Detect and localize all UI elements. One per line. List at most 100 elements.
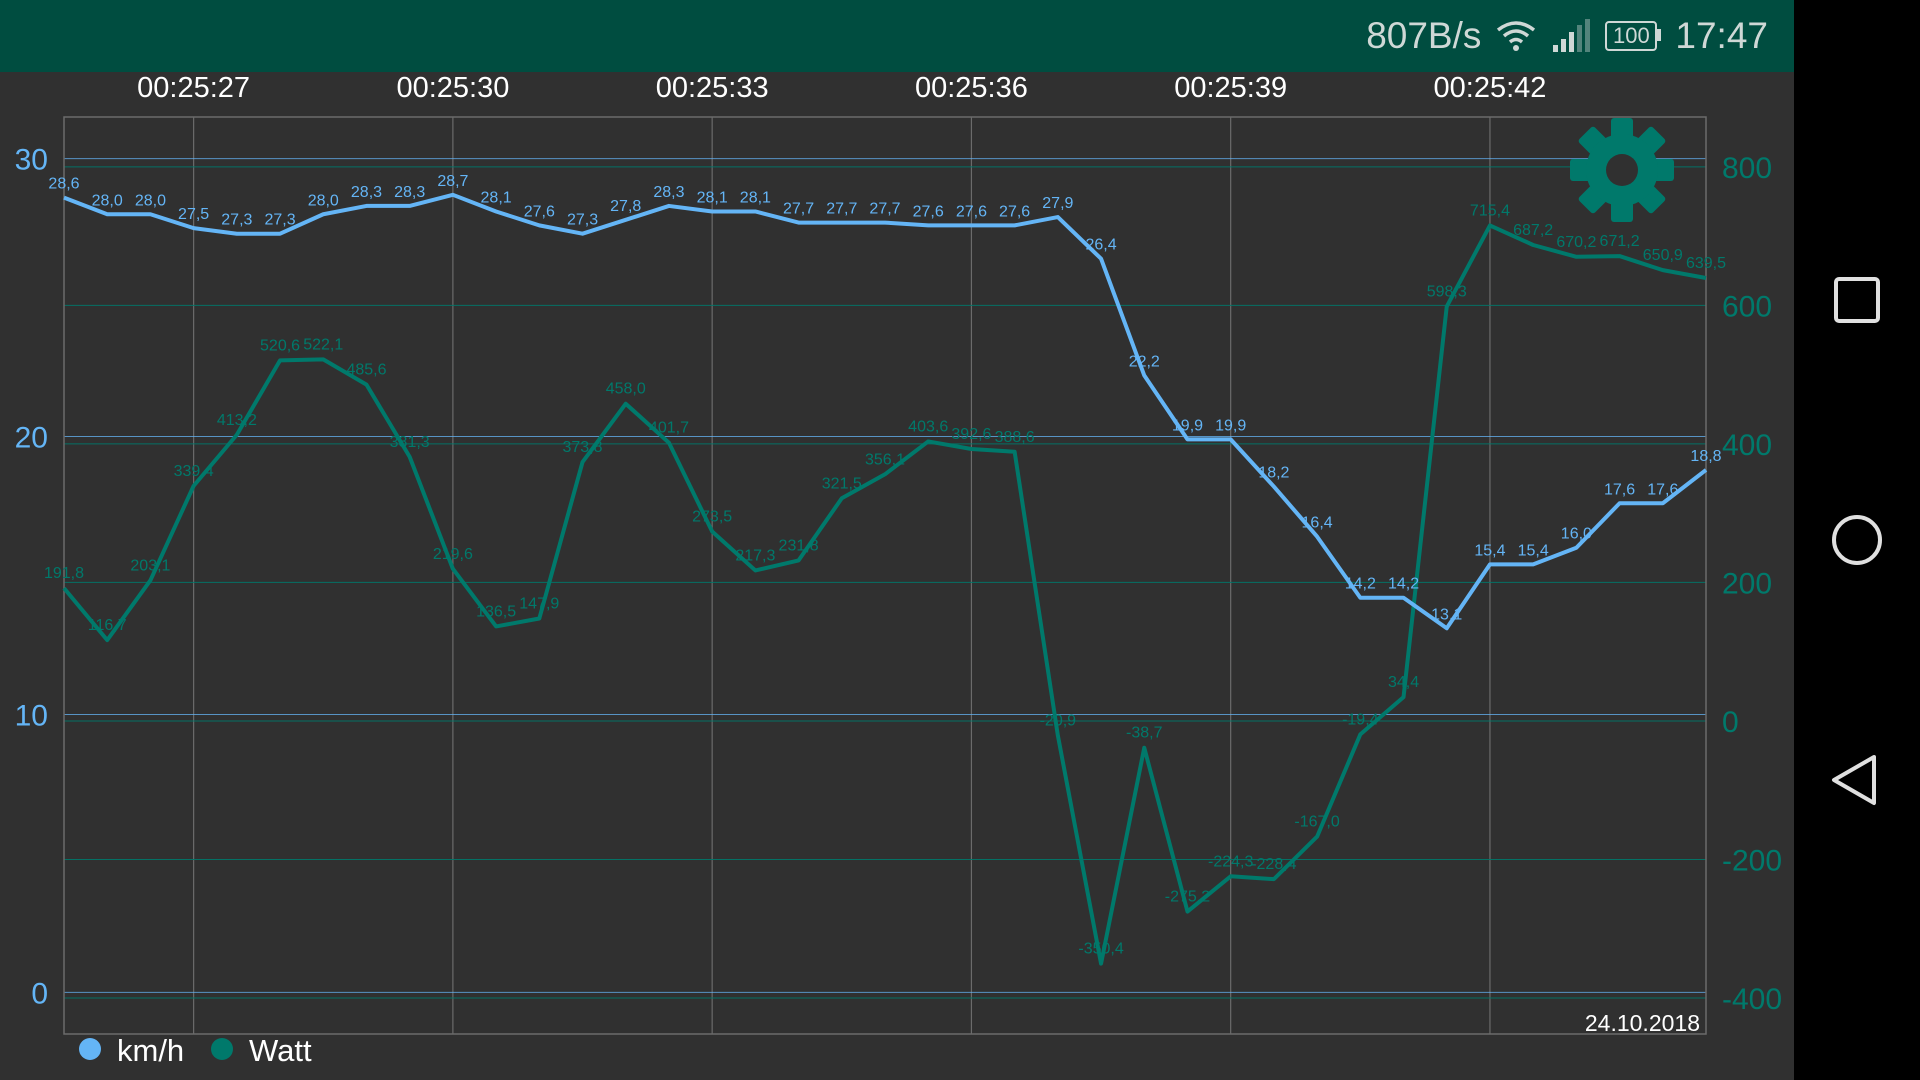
power-data-label: 458,0 [606, 381, 646, 398]
speed-data-label: 27,7 [783, 201, 814, 218]
speed-data-label: 15,4 [1518, 542, 1549, 559]
right-tick-label: -200 [1722, 844, 1782, 877]
power-data-label: -275,2 [1165, 889, 1210, 906]
x-tick-label: 00:25:30 [396, 72, 509, 104]
power-data-label: 392,6 [951, 426, 991, 443]
power-data-label: 373,8 [563, 439, 603, 456]
speed-data-label: 28,0 [135, 192, 166, 209]
power-data-label: 231,8 [779, 537, 819, 554]
speed-data-label: 28,3 [394, 184, 425, 201]
speed-data-label: 27,9 [1042, 195, 1073, 212]
power-data-label: 671,2 [1600, 233, 1640, 250]
home-circle-icon[interactable] [1831, 514, 1883, 566]
speed-data-label: 27,8 [610, 198, 641, 215]
power-data-label: 217,3 [735, 547, 775, 564]
speed-data-label: 28,1 [740, 189, 771, 206]
left-tick-label: 20 [15, 422, 48, 455]
power-data-label: 413,2 [217, 412, 257, 429]
power-data-label: -228,4 [1251, 856, 1296, 873]
power-data-label: 403,6 [908, 418, 948, 435]
grid-lines [64, 117, 1706, 1034]
battery-icon: 100 [1605, 21, 1662, 51]
power-data-label: 520,6 [260, 337, 300, 354]
chart: 00:25:27 00:25:30 00:25:33 00:25:36 00:25:39… [15, 72, 1782, 1068]
status-bar: 807B/s 100 17:47 [0, 0, 1794, 72]
right-tick-label: 200 [1722, 567, 1772, 600]
speed-data-label: 14,2 [1388, 576, 1419, 593]
right-tick-label: -400 [1722, 983, 1782, 1016]
power-data-label: 401,7 [649, 420, 689, 437]
recents-square-icon[interactable] [1833, 276, 1881, 324]
speed-data-label: 28,7 [437, 173, 468, 190]
power-data-label: 191,8 [44, 565, 84, 582]
speed-data-label: 28,0 [92, 192, 123, 209]
clock: 17:47 [1675, 15, 1768, 56]
x-tick-label: 00:25:36 [915, 72, 1028, 104]
speed-data-label: 27,6 [956, 203, 987, 220]
power-data-label: 522,1 [303, 336, 343, 353]
right-y-axis-ticks: 800 600 400 200 0 -200 -400 [1722, 152, 1782, 1016]
power-data-label: 381,3 [390, 434, 430, 451]
battery-level: 100 [1613, 23, 1650, 48]
legend-marker-power [211, 1038, 233, 1060]
speed-data-label: 27,6 [999, 203, 1030, 220]
power-data-label: 598,3 [1427, 284, 1467, 301]
power-data-label: -350,4 [1078, 941, 1123, 958]
speed-data-label: 17,6 [1647, 481, 1678, 498]
speed-data-label: 22,2 [1129, 353, 1160, 370]
gear-icon[interactable] [1570, 118, 1674, 222]
speed-data-label: 17,6 [1604, 481, 1635, 498]
speed-data-label: 27,7 [826, 201, 857, 218]
left-tick-label: 10 [15, 699, 48, 732]
x-tick-label: 00:25:42 [1434, 72, 1547, 104]
speed-data-label: 27,3 [221, 212, 252, 229]
speed-data-label: 19,9 [1172, 417, 1203, 434]
power-data-label: 219,6 [433, 546, 473, 563]
wifi-icon [1497, 21, 1536, 51]
x-axis-ticks: 00:25:27 00:25:30 00:25:33 00:25:36 00:25:39… [137, 72, 1546, 104]
right-tick-label: 400 [1722, 429, 1772, 462]
power-data-label: 147,9 [519, 596, 559, 613]
legend: km/h Watt [79, 1033, 312, 1068]
speed-data-label: 14,2 [1345, 576, 1376, 593]
power-data-label: 136,5 [476, 603, 516, 620]
speed-data-label: 13,1 [1431, 606, 1462, 623]
legend-label-power: Watt [249, 1033, 312, 1068]
speed-data-label: 16,0 [1561, 526, 1592, 543]
date-label: 24.10.2018 [1585, 1010, 1700, 1036]
power-data-label: -224,3 [1208, 853, 1253, 870]
speed-data-label: 28,6 [48, 176, 79, 193]
back-triangle-icon[interactable] [1830, 753, 1878, 807]
power-data-label: 116,7 [88, 617, 127, 634]
power-data-label: 670,2 [1556, 234, 1596, 251]
x-tick-label: 00:25:39 [1174, 72, 1287, 104]
data-labels: 191,8 116,7 203,1 339,4 413,2 520,6 522,1485,6… [44, 173, 1726, 958]
power-data-label: 203,1 [130, 557, 170, 574]
power-data-label: -38,7 [1126, 725, 1163, 742]
speed-data-label: 15,4 [1474, 542, 1505, 559]
power-data-label: 34,4 [1388, 674, 1419, 691]
power-data-label: 715,4 [1470, 202, 1510, 219]
right-tick-label: 0 [1722, 706, 1739, 739]
navigation-bar [1794, 0, 1920, 1080]
speed-data-label: 28,1 [697, 189, 728, 206]
speed-data-label: 28,0 [308, 192, 339, 209]
signal-icon [1553, 19, 1591, 52]
legend-marker-speed [79, 1038, 101, 1060]
speed-line [63, 192, 1708, 631]
speed-data-label: 28,1 [481, 189, 512, 206]
power-data-label: 650,9 [1643, 247, 1683, 264]
speed-data-label: 27,3 [264, 212, 295, 229]
plot-frame [63, 116, 1707, 1035]
speed-data-label: 28,3 [351, 184, 382, 201]
power-data-label: 388,6 [995, 429, 1035, 446]
speed-data-label: 27,6 [913, 203, 944, 220]
network-speed: 807B/s [1366, 15, 1482, 56]
power-data-label: 321,5 [822, 475, 862, 492]
x-tick-label: 00:25:27 [137, 72, 250, 104]
x-tick-label: 00:25:33 [656, 72, 769, 104]
power-data-label: -19,4 [1342, 711, 1379, 728]
power-data-label: 687,2 [1513, 222, 1553, 239]
speed-data-label: 18,8 [1690, 448, 1721, 465]
speed-data-label: 28,3 [653, 184, 684, 201]
